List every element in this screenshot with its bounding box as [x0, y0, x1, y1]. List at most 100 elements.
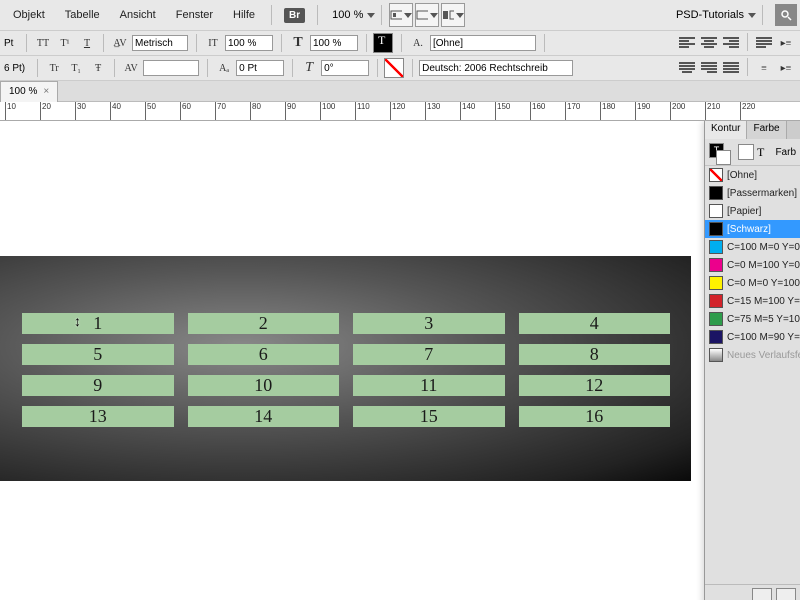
new-swatch-icon[interactable]	[752, 588, 772, 600]
table-cell[interactable]: 12	[519, 375, 671, 396]
table-cell[interactable]: 4	[519, 313, 671, 334]
strikethrough-button[interactable]: Ŧ	[88, 58, 108, 78]
justify-center-icon[interactable]	[677, 58, 697, 78]
swatch-name: C=15 M=100 Y=	[727, 296, 800, 307]
baseline-field[interactable]: 0 Pt	[236, 60, 284, 76]
table-cell[interactable]: 11	[353, 375, 505, 396]
zoom-control[interactable]: 100 %	[332, 9, 375, 21]
zoom-value: 100 %	[332, 9, 363, 21]
table-cell[interactable]: 10	[188, 375, 340, 396]
ruler-tick: 70	[215, 102, 226, 120]
swatch-row[interactable]: [Schwarz]	[705, 220, 800, 238]
container-toggle[interactable]	[738, 144, 754, 160]
table-cell[interactable]: 16	[519, 406, 671, 427]
swatch-row[interactable]: C=100 M=0 Y=0	[705, 238, 800, 256]
swatch-color	[709, 168, 723, 182]
menu-objekt[interactable]: Objekt	[3, 4, 55, 26]
menu-hilfe[interactable]: Hilfe	[223, 4, 265, 26]
table-cell[interactable]: 2	[188, 313, 340, 334]
indent-icon[interactable]: ▸≡	[776, 33, 796, 53]
table-cell[interactable]: 15	[353, 406, 505, 427]
hscale-field[interactable]: 100 %	[310, 35, 358, 51]
workspace[interactable]: 12345678910111213141516 ↕ Kontur Farbe T…	[0, 121, 800, 600]
view-options-icon[interactable]	[389, 3, 413, 27]
superscript-button[interactable]: T¹	[55, 33, 75, 53]
swatch-name: [Papier]	[727, 206, 761, 217]
indent-icon[interactable]: ▸≡	[776, 58, 796, 78]
screen-mode-icon[interactable]	[415, 3, 439, 27]
table-cell[interactable]: 1	[22, 313, 174, 334]
justify-right-icon[interactable]	[699, 58, 719, 78]
menu-tabelle[interactable]: Tabelle	[55, 4, 110, 26]
swatch-color	[709, 276, 723, 290]
align-center-icon[interactable]	[699, 33, 719, 53]
swatch-row[interactable]: C=75 M=5 Y=10	[705, 310, 800, 328]
document-tab[interactable]: 100 % ×	[0, 81, 58, 102]
swatch-row[interactable]: C=0 M=100 Y=0	[705, 256, 800, 274]
table-cell[interactable]: 5	[22, 344, 174, 365]
baseline-icon: Aₐ	[214, 58, 234, 78]
table-grid[interactable]: 12345678910111213141516	[22, 313, 670, 427]
swatch-row[interactable]: C=15 M=100 Y=	[705, 292, 800, 310]
all-caps-button[interactable]: TT	[33, 33, 53, 53]
ruler-tick: 30	[75, 102, 86, 120]
text-toggle[interactable]: T	[757, 145, 764, 160]
horizontal-ruler[interactable]: 1020304050607080901001101201301401501601…	[0, 102, 800, 121]
ruler-tick: 90	[285, 102, 296, 120]
stroke-swatch[interactable]	[384, 58, 404, 78]
charstyle-field[interactable]: [Ohne]	[430, 35, 536, 51]
table-cell[interactable]: 9	[22, 375, 174, 396]
workspace-name[interactable]: PSD-Tutorials	[676, 9, 744, 21]
artboard[interactable]: 12345678910111213141516	[0, 256, 691, 481]
swatch-row[interactable]: [Ohne]	[705, 166, 800, 184]
ruler-tick: 160	[530, 102, 545, 120]
justify-full-icon[interactable]	[721, 58, 741, 78]
table-cell[interactable]: 14	[188, 406, 340, 427]
underline-button[interactable]: T	[77, 33, 97, 53]
chevron-down-icon[interactable]	[748, 13, 756, 18]
vscale-field[interactable]: 100 %	[225, 35, 273, 51]
leading[interactable]: 6 Pt)	[4, 63, 27, 74]
justify-left-icon[interactable]	[754, 33, 774, 53]
ruler-tick: 220	[740, 102, 755, 120]
swatch-row[interactable]: [Papier]	[705, 202, 800, 220]
table-cell[interactable]: 3	[353, 313, 505, 334]
table-cell[interactable]: 6	[188, 344, 340, 365]
swatch-name: C=0 M=0 Y=100	[727, 278, 800, 289]
small-caps-button[interactable]: Tr	[44, 58, 64, 78]
swatch-row[interactable]: C=0 M=0 Y=100	[705, 274, 800, 292]
align-right-icon[interactable]	[721, 33, 741, 53]
subscript-button[interactable]: T₁	[66, 58, 86, 78]
fill-stroke-toggle[interactable]: T	[709, 143, 727, 161]
skew-field[interactable]: 0°	[321, 60, 369, 76]
chevron-down-icon[interactable]	[367, 13, 375, 18]
menu-fenster[interactable]: Fenster	[166, 4, 223, 26]
table-cell[interactable]: 8	[519, 344, 671, 365]
tab-farbe[interactable]: Farbe	[747, 121, 786, 139]
tab-kontur[interactable]: Kontur	[705, 121, 747, 139]
swatch-row[interactable]: C=100 M=90 Y=	[705, 328, 800, 346]
divider	[271, 5, 272, 25]
arrange-icon[interactable]	[441, 3, 465, 27]
language-field[interactable]: Deutsch: 2006 Rechtschreib	[419, 60, 573, 76]
search-icon[interactable]	[775, 4, 797, 26]
outdent-icon[interactable]: ≡	[754, 58, 774, 78]
table-cell[interactable]: 7	[353, 344, 505, 365]
ruler-tick: 140	[460, 102, 475, 120]
ruler-tick: 10	[5, 102, 16, 120]
tracking-field[interactable]	[143, 60, 199, 76]
kerning-field[interactable]: Metrisch	[132, 35, 188, 51]
new-swatch-row[interactable]: Neues Verlaufsfe	[705, 346, 800, 364]
vscale-icon: IT	[203, 33, 223, 53]
align-left-icon[interactable]	[677, 33, 697, 53]
close-icon[interactable]: ×	[43, 86, 49, 97]
menu-ansicht[interactable]: Ansicht	[110, 4, 166, 26]
table-cell[interactable]: 13	[22, 406, 174, 427]
bridge-icon[interactable]: Br	[284, 8, 305, 23]
font-size[interactable]: Pt	[4, 38, 16, 49]
fill-swatch[interactable]: T	[373, 33, 393, 53]
swatch-row[interactable]: [Passermarken]	[705, 184, 800, 202]
delete-swatch-icon[interactable]	[776, 588, 796, 600]
swatches-panel[interactable]: Kontur Farbe T T Farb [Ohne][Passermarke…	[704, 121, 800, 600]
menubar: Objekt Tabelle Ansicht Fenster Hilfe Br …	[0, 0, 800, 31]
